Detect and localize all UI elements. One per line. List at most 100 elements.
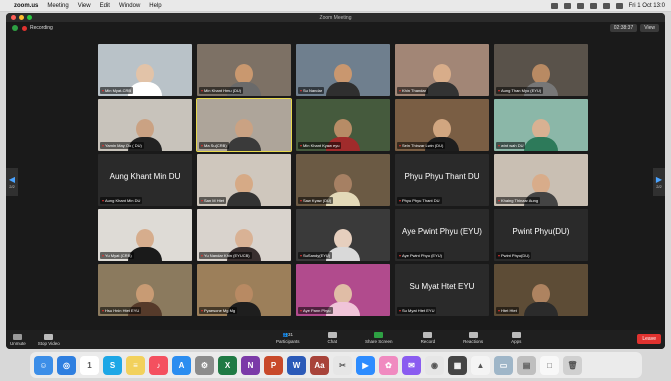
participant-tile[interactable]: ▾wint wah DU: [494, 99, 588, 151]
status-icon[interactable]: [576, 2, 584, 9]
chrome-icon[interactable]: ◉: [425, 355, 444, 375]
finder-window-icon[interactable]: ▭: [494, 355, 513, 375]
onenote-icon[interactable]: N: [241, 355, 260, 375]
participant-tile[interactable]: ▾San M Htet: [197, 154, 291, 206]
close-window-icon[interactable]: [11, 15, 16, 20]
photos-icon[interactable]: ✿: [379, 355, 398, 375]
chat-button[interactable]: Chat: [328, 332, 337, 344]
menu-view[interactable]: View: [78, 3, 91, 9]
participant-tile[interactable]: ▾Khin Thandar: [395, 44, 489, 96]
printer-icon[interactable]: ▤: [517, 355, 536, 375]
participant-tile[interactable]: ▾Aung Than Myo (EYU): [494, 44, 588, 96]
app-store-icon[interactable]: A: [172, 355, 191, 375]
system-preferences-icon[interactable]: ⚙: [195, 355, 214, 375]
participant-tile[interactable]: ▾Su Nandar: [296, 44, 390, 96]
recording-label[interactable]: Recording: [30, 25, 53, 31]
participant-name-label: ▾Htet Htet: [496, 307, 519, 314]
page-indicator: 2/2: [656, 184, 662, 189]
zoom-window-icon[interactable]: [27, 15, 32, 20]
participant-tile[interactable]: ▾Pyaesone Mg Mg: [197, 264, 291, 316]
participant-tile[interactable]: ▾Htet Htet: [494, 264, 588, 316]
menu-app-name[interactable]: zoom.us: [14, 3, 38, 9]
drive-icon[interactable]: ▲: [471, 355, 490, 375]
participant-name-label: ▾Hsu Hnin Htet EYU: [100, 307, 142, 314]
status-icon[interactable]: [589, 2, 597, 9]
participants-button[interactable]: 👥31 Participants: [276, 332, 300, 344]
status-icon[interactable]: [563, 2, 571, 9]
stop-video-button[interactable]: Stop Video: [38, 333, 60, 346]
calendar-icon[interactable]: 1: [80, 355, 99, 375]
participant-head: [136, 284, 154, 304]
status-icon[interactable]: [550, 2, 558, 9]
menu-meeting[interactable]: Meeting: [47, 3, 68, 9]
menu-edit[interactable]: Edit: [100, 3, 110, 9]
next-page-button[interactable]: ▶ 2/2: [653, 168, 665, 196]
participant-name-label: ▾Yu Nandar Khin (EYUCB): [199, 252, 252, 259]
participant-head: [334, 229, 352, 249]
calculator-icon[interactable]: ▦: [448, 355, 467, 375]
skype-icon[interactable]: S: [103, 355, 122, 375]
finder-icon[interactable]: ☺: [34, 355, 53, 375]
apps-button[interactable]: Apps: [511, 332, 521, 344]
wifi-icon[interactable]: [602, 2, 610, 9]
dictionary-icon[interactable]: Aa: [310, 355, 329, 375]
muted-microphone-icon: ▾: [201, 308, 204, 313]
participant-name: Phyu Phyu Thant DU: [402, 198, 440, 203]
trash-icon[interactable]: 🗑: [563, 355, 582, 375]
participant-name: Aye Pann Phyu: [303, 308, 331, 313]
powerpoint-icon[interactable]: P: [264, 355, 283, 375]
participant-tile[interactable]: ▾Khaing Thinzar Aung: [494, 154, 588, 206]
participants-icon: 👥31: [282, 332, 294, 337]
notes-icon[interactable]: ≡: [126, 355, 145, 375]
meeting-timer: 02:38:37: [609, 24, 638, 32]
participant-tile[interactable]: ▾Ma Su(CRB): [196, 98, 292, 152]
share-screen-button[interactable]: Share Screen: [365, 332, 393, 344]
document-icon[interactable]: □: [540, 355, 559, 375]
participant-tile[interactable]: ▾Min Khant Kyaw eyu: [296, 99, 390, 151]
participant-video: [128, 64, 162, 96]
previous-page-button[interactable]: ◀ 2/2: [6, 168, 18, 196]
unmute-button[interactable]: Unmute: [10, 333, 26, 346]
participant-tile[interactable]: ▾Saw Kyaw (DU): [296, 154, 390, 206]
participant-tile[interactable]: ▾Min Myat-CRB: [98, 44, 192, 96]
record-button[interactable]: Record: [421, 332, 435, 344]
music-icon[interactable]: ♪: [149, 355, 168, 375]
view-button[interactable]: View: [640, 24, 659, 32]
participant-head: [136, 229, 154, 249]
participant-tile[interactable]: ▾Yu Nandar Khin (EYUCB): [197, 209, 291, 261]
participant-tile[interactable]: ▾SuSandy(EYU): [296, 209, 390, 261]
participant-tile[interactable]: Su Myat Htet EYU ▾Su Myat Htet EYU: [395, 264, 489, 316]
zoom-icon[interactable]: ▶: [356, 355, 375, 375]
participant-tile[interactable]: ▾Sein Thinzar Lwin (DU): [395, 99, 489, 151]
participant-tile[interactable]: ▾Min Khant Hmu (DU): [197, 44, 291, 96]
muted-microphone-icon: ▾: [399, 88, 402, 93]
minimize-window-icon[interactable]: [19, 15, 24, 20]
participant-tile[interactable]: ▾Aye Pann Phyu: [296, 264, 390, 316]
participant-tile[interactable]: Aye Pwint Phyu (EYU) ▾Aye Pwint Phyu (EYU…: [395, 209, 489, 261]
menu-help[interactable]: Help: [149, 3, 161, 9]
excel-icon[interactable]: X: [218, 355, 237, 375]
menubar-clock[interactable]: Fri 1 Oct 13:0: [629, 3, 665, 9]
word-icon[interactable]: W: [287, 355, 306, 375]
participant-name-label: ▾Phyu Phyu Thant DU: [397, 197, 442, 204]
participant-head: [334, 284, 352, 304]
participant-name: Ma Su(CRB): [204, 143, 227, 148]
battery-icon[interactable]: [615, 2, 623, 9]
participant-head: [334, 119, 352, 139]
menu-window[interactable]: Window: [119, 3, 140, 9]
participant-tile[interactable]: ▾Yamin May Oo ( DU): [98, 99, 192, 151]
reactions-button[interactable]: Reactions: [463, 332, 483, 344]
muted-microphone-icon: ▾: [201, 88, 204, 93]
safari-icon[interactable]: ◎: [57, 355, 76, 375]
participant-tile[interactable]: Phyu Phyu Thant DU ▾Phyu Phyu Thant DU: [395, 154, 489, 206]
participant-tile[interactable]: Aung Khant Min DU ▾Aung Khant Min DU: [98, 154, 192, 206]
participant-name: Yu Myat (CRB): [105, 253, 132, 258]
participant-tile[interactable]: ▾Hsu Hnin Htet EYU: [98, 264, 192, 316]
messenger-icon[interactable]: ✉: [402, 355, 421, 375]
leave-button[interactable]: Leave: [637, 334, 661, 344]
participant-name: Aung Khant Min DU: [105, 198, 141, 203]
participant-tile[interactable]: ▾Yu Myat (CRB): [98, 209, 192, 261]
participant-tile[interactable]: Pwint Phyu(DU) ▾Pwint Phyu(DU): [494, 209, 588, 261]
security-shield-icon[interactable]: [12, 25, 18, 31]
preview-icon[interactable]: ✂: [333, 355, 352, 375]
